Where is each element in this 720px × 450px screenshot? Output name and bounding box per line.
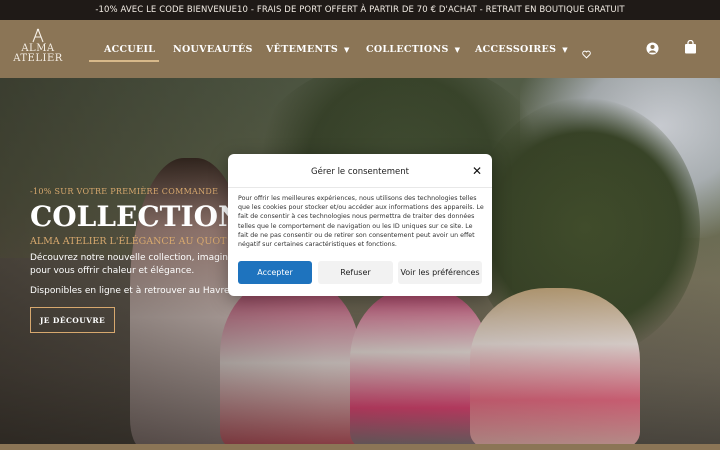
logo-line-2: ATELIER	[13, 53, 63, 64]
discover-button[interactable]: JE DÉCOUVRE	[30, 307, 115, 333]
user-icon[interactable]	[646, 40, 659, 59]
consent-body: Pour offrir les meilleures expériences, …	[238, 195, 484, 249]
hero-eyebrow: -10% SUR VOTRE PREMIÈRE COMMANDE	[30, 187, 219, 196]
nav-collections[interactable]: COLLECTIONS ▼	[366, 20, 460, 78]
chevron-down-icon: ▼	[562, 44, 568, 54]
refuse-button-label: Refuser	[340, 268, 371, 277]
bottom-strip	[0, 444, 720, 450]
accept-button[interactable]: Accepter	[238, 261, 312, 284]
preferences-button-label: Voir les préférences	[400, 268, 480, 277]
announcement-text: -10% AVEC LE CODE BIENVENUE10 - FRAIS DE…	[95, 5, 625, 15]
hero-description-line-1: Découvrez notre nouvelle collection, ima…	[30, 253, 240, 263]
nav-accueil-label: ACCUEIL	[104, 43, 156, 55]
refuse-button[interactable]: Refuser	[318, 261, 393, 284]
heart-icon[interactable]	[582, 44, 591, 63]
consent-title: Gérer le consentement	[311, 167, 409, 177]
close-icon[interactable]: ✕	[472, 165, 482, 177]
nav-accueil[interactable]: ACCUEIL	[104, 20, 155, 78]
nav-accessoires-label: ACCESSOIRES	[475, 43, 557, 55]
site-header: ALMA ATELIER ACCUEIL NOUVEAUTÉS VÊTEMENT…	[0, 20, 720, 78]
hero-description-line-3: Disponibles en ligne et à retrouver au H…	[30, 286, 241, 296]
announcement-bar: -10% AVEC LE CODE BIENVENUE10 - FRAIS DE…	[0, 0, 720, 20]
nav-nouveautes-label: NOUVEAUTÉS	[173, 43, 253, 55]
discover-button-label: JE DÉCOUVRE	[39, 315, 106, 325]
bag-icon[interactable]	[684, 39, 697, 58]
accept-button-label: Accepter	[257, 268, 293, 277]
nav-vetements-label: VÊTEMENTS	[266, 43, 338, 55]
logo[interactable]: ALMA ATELIER	[12, 28, 64, 72]
logo-emblem-icon	[12, 28, 64, 44]
nav-vetements[interactable]: VÊTEMENTS ▼	[266, 20, 350, 78]
nav-nouveautes[interactable]: NOUVEAUTÉS	[173, 20, 253, 78]
nav-accessoires[interactable]: ACCESSOIRES ▼	[475, 20, 568, 78]
chevron-down-icon: ▼	[344, 44, 350, 54]
nav-active-underline	[89, 60, 159, 62]
consent-dialog: Gérer le consentement ✕ Pour offrir les …	[228, 154, 492, 296]
chevron-down-icon: ▼	[454, 44, 461, 54]
preferences-button[interactable]: Voir les préférences	[398, 261, 482, 284]
consent-divider	[228, 187, 492, 188]
hero-tagline: ALMA ATELIER L'ÉLÉGANCE AU QUOT	[30, 236, 227, 247]
hero-description-line-2: pour vous offrir chaleur et élégance.	[30, 266, 195, 276]
nav-collections-label: COLLECTIONS	[366, 43, 449, 55]
